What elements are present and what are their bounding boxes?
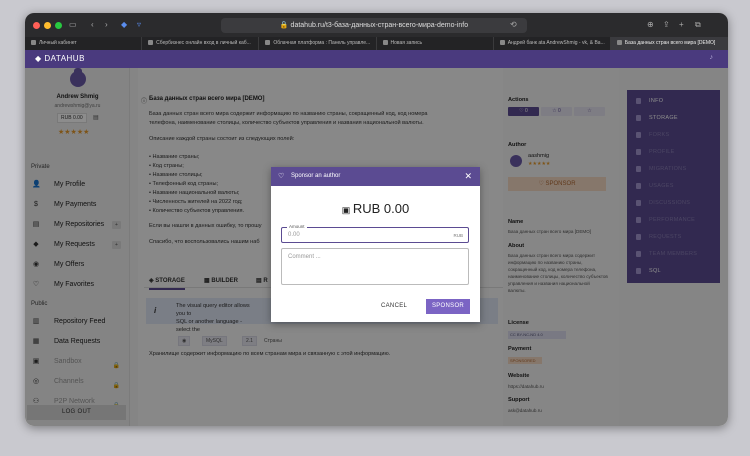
back-icon[interactable]: ‹ xyxy=(91,21,94,29)
amount-label: Amount xyxy=(287,224,307,229)
translate-icon[interactable]: ⟲ xyxy=(510,21,517,29)
app-header: ◆ DATAHUB ♪ xyxy=(25,50,728,68)
zoom-window-icon[interactable] xyxy=(55,22,62,29)
minimize-window-icon[interactable] xyxy=(44,22,51,29)
browser-tab-active[interactable]: База данных стран всего мира [DEMO] xyxy=(610,37,728,50)
browser-tab[interactable]: Личный кабинет xyxy=(25,37,143,50)
download-icon[interactable]: ⊕ xyxy=(647,21,654,29)
lock-icon: 🔒 xyxy=(279,22,291,29)
favicon-icon xyxy=(148,40,154,45)
favicon-icon xyxy=(265,40,271,45)
browser-tab[interactable]: Новая запись xyxy=(377,37,494,50)
close-icon[interactable]: ✕ xyxy=(464,167,472,186)
dialog-header: ♡ Sponsor an author ✕ xyxy=(271,167,480,186)
sidebar-toggle-icon[interactable]: ▭ xyxy=(69,21,77,29)
amount-display: ▣ RUB 0.00 xyxy=(341,201,410,216)
favicon-icon xyxy=(31,40,36,45)
amount-input[interactable]: Amount 0.00 RUB xyxy=(281,224,469,243)
tab-overview-icon[interactable]: ⧉ xyxy=(695,21,701,29)
cancel-button[interactable]: CANCEL xyxy=(381,303,407,309)
privacy-icon[interactable]: ▿ xyxy=(137,21,141,29)
dialog-title: Sponsor an author xyxy=(291,173,341,179)
amount-placeholder: 0.00 xyxy=(288,232,300,238)
comment-input[interactable]: Comment ... xyxy=(281,248,469,285)
sponsor-dialog: ♡ Sponsor an author ✕ ▣ RUB 0.00 Amount … xyxy=(271,167,480,322)
browser-tab[interactable]: Облачная платформа : Панель управле... xyxy=(259,37,377,50)
comment-placeholder: Comment ... xyxy=(288,254,321,260)
address-bar[interactable]: 🔒 datahub.ru/t3-база-данных-стран-всего-… xyxy=(221,18,527,33)
close-window-icon[interactable] xyxy=(33,22,40,29)
share-icon[interactable]: ⇪ xyxy=(663,21,670,29)
forward-icon[interactable]: › xyxy=(105,21,108,29)
notifications-icon[interactable]: ♪ xyxy=(710,54,714,61)
favicon-icon xyxy=(382,40,388,45)
wallet-icon: ▣ xyxy=(341,205,353,215)
browser-tabs: Личный кабинет Сбербизнес онлайн вход в … xyxy=(25,37,728,50)
brand-logo[interactable]: ◆ DATAHUB xyxy=(35,50,85,68)
browser-tab[interactable]: Андрей банк ata AndrewShmig - vk, & Ва..… xyxy=(494,37,611,50)
browser-titlebar: ▭ ‹ › ◆ ▿ 🔒 datahub.ru/t3-база-данных-ст… xyxy=(25,13,728,37)
favicon-icon xyxy=(499,40,505,45)
sponsor-submit-button[interactable]: SPONSOR xyxy=(426,299,470,314)
sponsor-icon: ♡ xyxy=(278,173,285,180)
browser-tab[interactable]: Сбербизнес онлайн вход в личный каб... xyxy=(142,37,260,50)
currency-label: RUB xyxy=(453,233,463,238)
browser-window: ▭ ‹ › ◆ ▿ 🔒 datahub.ru/t3-база-данных-ст… xyxy=(25,13,728,426)
shield-icon[interactable]: ◆ xyxy=(121,21,127,29)
favicon-icon xyxy=(616,40,622,45)
new-tab-icon[interactable]: + xyxy=(679,21,684,29)
url-text: datahub.ru/t3-база-данных-стран-всего-ми… xyxy=(290,22,469,29)
